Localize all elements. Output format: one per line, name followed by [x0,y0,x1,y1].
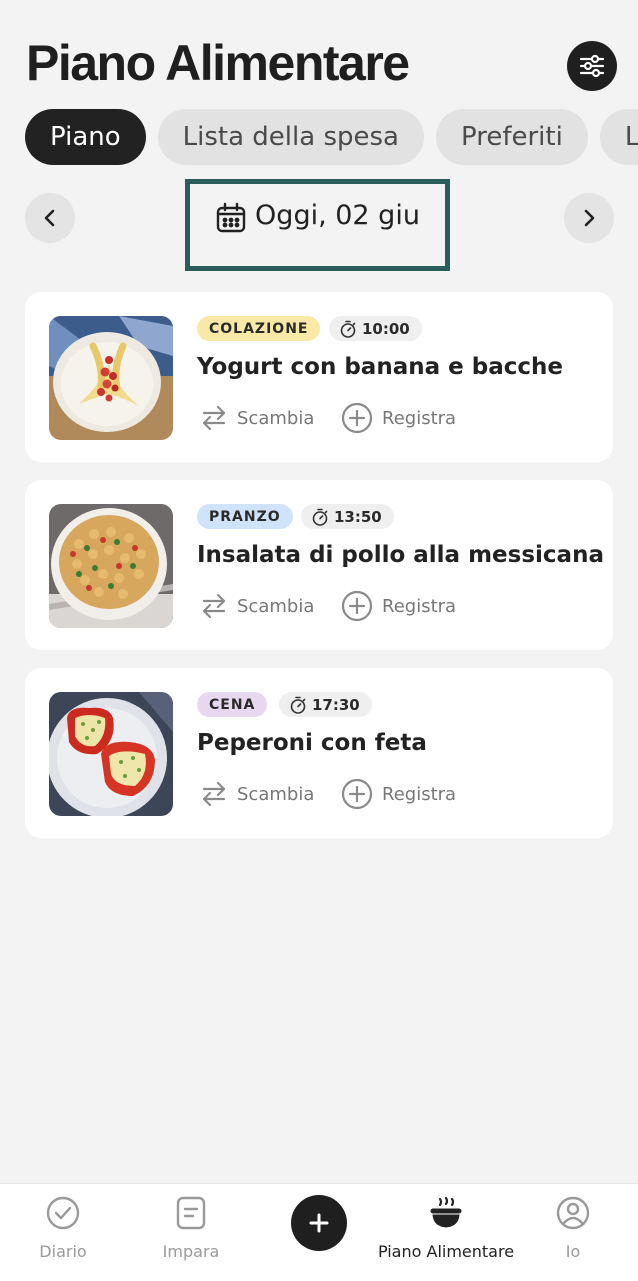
page-title: Piano Alimentare [26,35,410,91]
nav-label: Io [565,1242,581,1261]
plus-circle-icon [341,778,373,810]
meal-type-badge: COLAZIONE [197,316,321,341]
bowl-icon [430,1196,462,1228]
swap-icon [202,593,226,619]
stopwatch-icon [290,696,306,714]
nav-label: Impara [162,1242,220,1261]
nav-io[interactable]: Io [540,1184,606,1281]
tab-more[interactable]: L [599,109,638,165]
date-selector[interactable]: Oggi, 02 giu [185,179,450,271]
tab-piano[interactable]: Piano [25,109,146,165]
meal-card-lunch[interactable]: PRANZO 13:50 Insalata di pollo alla mess… [25,480,613,650]
meal-time: 10:00 [329,316,422,341]
plus-icon [309,1213,329,1233]
log-label: Registra [382,407,457,429]
next-day-button[interactable] [564,193,614,243]
swap-button[interactable]: Scambia [200,590,314,622]
meal-title: Peperoni con feta [197,730,427,756]
swap-icon [202,781,226,807]
swap-label: Scambia [237,783,315,805]
prev-day-button[interactable] [25,193,75,243]
nav-label: Piano Alimentare [377,1242,515,1261]
meal-time: 17:30 [279,692,372,717]
meal-time-text: 17:30 [312,695,360,714]
log-button[interactable]: Registra [341,778,456,810]
tab-shopping-list[interactable]: Lista della spesa [157,109,424,165]
stopwatch-icon [340,320,356,338]
nav-label: Diario [39,1242,87,1261]
log-label: Registra [382,783,457,805]
meal-time: 13:50 [301,504,394,529]
meal-title: Insalata di pollo alla messicana [197,542,604,568]
nav-piano-alimentare[interactable]: Piano Alimentare [377,1184,515,1281]
filter-button[interactable] [567,41,617,91]
tab-favorites[interactable]: Preferiti [435,109,588,165]
check-circle-icon [46,1196,80,1230]
nav-diario[interactable]: Diario [20,1184,106,1281]
tab-bar: Piano Lista della spesa Preferiti L [25,109,638,165]
stopwatch-icon [312,508,328,526]
log-button[interactable]: Registra [341,590,456,622]
log-button[interactable]: Registra [341,402,456,434]
meal-time-text: 13:50 [334,507,382,526]
plus-circle-icon [341,590,373,622]
plus-circle-icon [341,402,373,434]
swap-label: Scambia [237,595,315,617]
document-icon [176,1196,206,1230]
meal-card-dinner[interactable]: CENA 17:30 Peperoni con feta Scambia Reg… [25,668,613,838]
profile-icon [556,1196,590,1230]
log-label: Registra [382,595,457,617]
chevron-left-icon [44,209,55,227]
swap-label: Scambia [237,407,315,429]
date-label: Oggi, 02 giu [255,200,420,231]
meal-card-breakfast[interactable]: COLAZIONE 10:00 Yogurt con banana e bacc… [25,292,613,462]
sliders-icon [579,54,605,78]
meal-image-peppers [49,692,173,816]
meal-time-text: 10:00 [362,319,410,338]
meal-type-badge: CENA [197,692,268,717]
nav-impara[interactable]: Impara [148,1184,234,1281]
meal-title: Yogurt con banana e bacche [197,354,563,380]
meal-image-salad [49,504,173,628]
swap-button[interactable]: Scambia [200,402,314,434]
calendar-icon [216,202,246,233]
swap-button[interactable]: Scambia [200,778,314,810]
bottom-nav-bar: Diario Impara Piano Alimentare Io [0,1183,638,1281]
add-button[interactable] [291,1195,347,1251]
chevron-right-icon [584,209,595,227]
swap-icon [202,405,226,431]
meal-type-badge: PRANZO [197,504,293,529]
meal-image-yogurt [49,316,173,440]
